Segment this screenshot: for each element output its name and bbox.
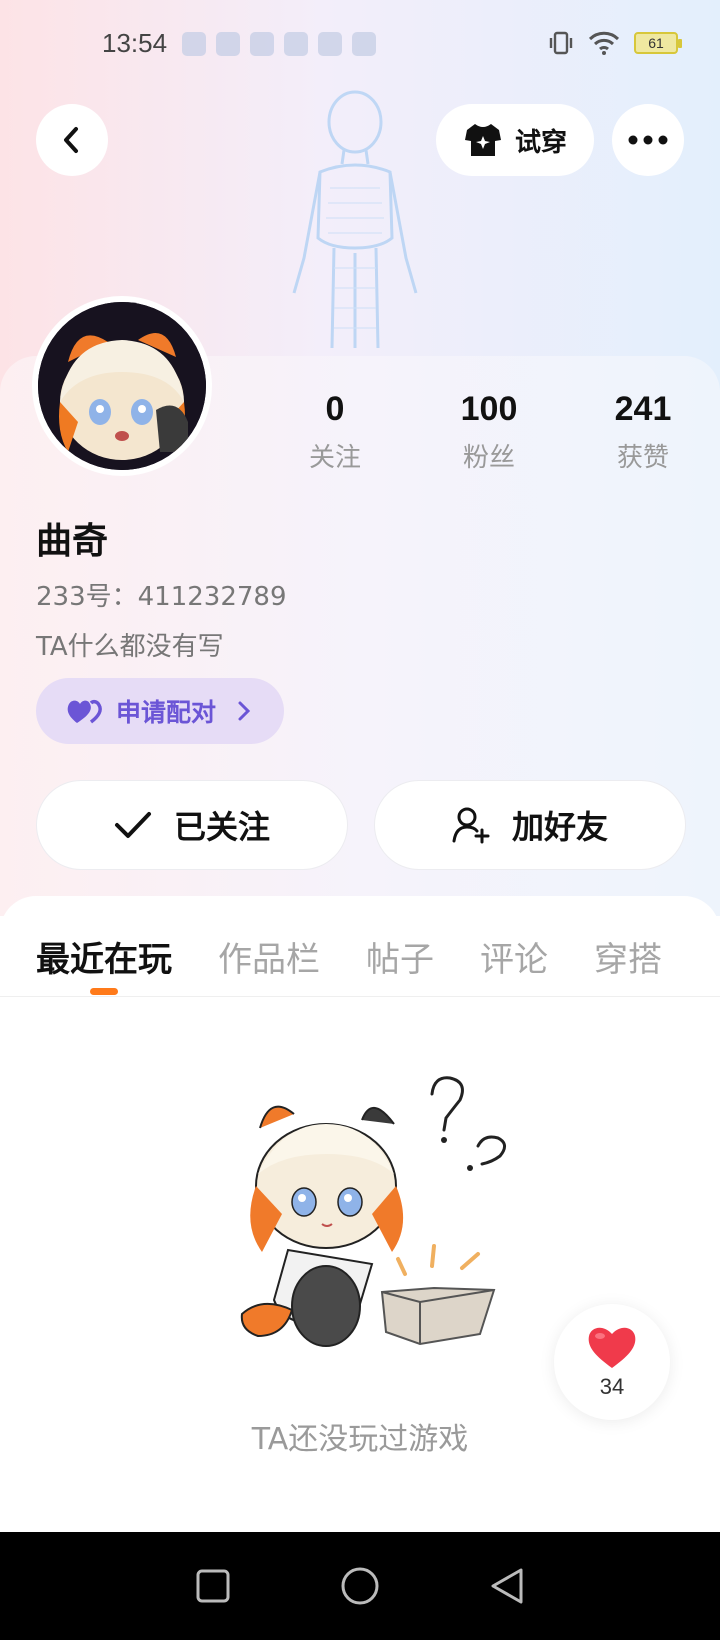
tab-recently-played[interactable]: 最近在玩: [36, 932, 172, 981]
stat-label: 粉丝: [462, 443, 515, 473]
notification-icons: [182, 32, 376, 56]
stat-likes[interactable]: 241 获赞: [566, 390, 720, 474]
wifi-icon: [588, 31, 620, 55]
add-friend-label: 加好友: [511, 808, 608, 846]
notification-icon: [182, 32, 206, 56]
status-time: 13:54: [102, 28, 168, 58]
tabs-divider: [0, 996, 720, 997]
stat-label: 获赞: [616, 443, 669, 473]
profile-name: 曲奇: [36, 521, 109, 562]
status-right: 61: [548, 30, 682, 56]
like-count: 34: [599, 1374, 625, 1399]
more-dots-icon: [628, 135, 668, 145]
battery-icon: 61: [634, 32, 682, 54]
tab-outfits[interactable]: 穿搭: [594, 932, 662, 981]
double-heart-icon: [67, 699, 102, 724]
notification-icon: [216, 32, 240, 56]
request-pair-label: 申请配对: [116, 698, 217, 727]
chevron-left-icon: [64, 127, 78, 153]
tab-active-indicator: [90, 988, 118, 995]
avatar-image: [38, 302, 206, 470]
notification-icon: [250, 32, 274, 56]
empty-state-illustration: [240, 1076, 506, 1347]
notification-icon: [284, 32, 308, 56]
stat-value: 0: [325, 390, 345, 428]
home-icon[interactable]: [340, 1566, 380, 1606]
profile-uid: 233号：411232789: [36, 582, 287, 612]
avatar-3d-figure-placeholder: [292, 90, 418, 349]
notification-icon: [352, 32, 376, 56]
stat-value: 241: [614, 390, 672, 428]
profile-tabs: 最近在玩 作品栏 帖子 评论 穿搭: [0, 932, 720, 992]
tab-posts[interactable]: 帖子: [366, 932, 434, 981]
stat-label: 关注: [308, 443, 361, 473]
status-bar: 13:54 61: [0, 0, 720, 90]
heart-icon: [588, 1327, 636, 1368]
check-icon: [114, 812, 151, 838]
profile-stats: 0 关注 100 粉丝 241 获赞: [258, 390, 720, 474]
vibrate-icon: [549, 31, 573, 55]
tshirt-icon: [464, 124, 501, 156]
content-panel: 最近在玩 作品栏 帖子 评论 穿搭 TA还没玩过游戏: [0, 896, 720, 1536]
profile-bio: TA什么都没有写: [36, 632, 224, 662]
request-pair-button[interactable]: 申请配对: [36, 678, 284, 744]
like-button[interactable]: 34: [554, 1304, 670, 1420]
system-navigation-bar: [0, 1532, 720, 1640]
add-friend-button[interactable]: 加好友: [374, 780, 686, 870]
try-on-label: 试穿: [514, 127, 567, 158]
stat-followers[interactable]: 100 粉丝: [412, 390, 566, 474]
stat-value: 100: [460, 390, 518, 428]
more-options-button[interactable]: [612, 104, 684, 176]
chevron-right-icon: [238, 701, 251, 721]
add-user-icon: [452, 807, 490, 844]
following-label: 已关注: [173, 808, 270, 846]
stat-following[interactable]: 0 关注: [258, 390, 412, 474]
recent-apps-icon[interactable]: [195, 1568, 231, 1604]
tab-works[interactable]: 作品栏: [218, 932, 320, 981]
tab-comments[interactable]: 评论: [480, 932, 548, 981]
back-button[interactable]: [36, 104, 108, 176]
empty-state-text: TA还没玩过游戏: [251, 1422, 469, 1457]
try-on-button[interactable]: 试穿: [436, 104, 594, 176]
notification-icon: [318, 32, 342, 56]
back-nav-icon[interactable]: [489, 1567, 525, 1605]
following-button[interactable]: 已关注: [36, 780, 348, 870]
avatar[interactable]: [32, 296, 212, 476]
